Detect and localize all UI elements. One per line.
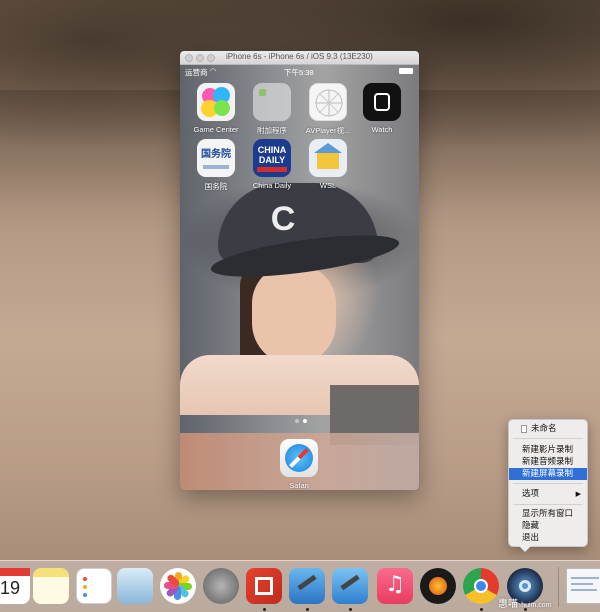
watermark-domain: huim.com bbox=[521, 602, 552, 609]
app-label: Game Center bbox=[193, 125, 239, 134]
menu-item-quit[interactable]: 退出 bbox=[509, 532, 587, 544]
page-indicator[interactable] bbox=[295, 419, 315, 425]
xcode-icon[interactable] bbox=[289, 568, 325, 604]
game-center-icon bbox=[197, 83, 235, 121]
menu-item-new-screen-recording[interactable]: 新建屏幕录制 bbox=[509, 468, 587, 480]
calendar-day: 19 bbox=[0, 578, 21, 598]
app-folder[interactable]: 附加程序 bbox=[245, 83, 299, 136]
dock-context-menu[interactable]: 未命名 新建影片录制 新建音频录制 新建屏幕录制 选项 ▶ 显示所有窗口 隐藏 … bbox=[508, 419, 588, 547]
app-label: WSL bbox=[319, 181, 337, 190]
menu-item-show-all-windows[interactable]: 显示所有窗口 bbox=[509, 508, 587, 520]
ios-status-bar: 运营商 ◠ 下午5:38 bbox=[180, 65, 419, 78]
watermark-text: 惠喵 bbox=[498, 599, 518, 610]
itunes-icon[interactable]: ♫ bbox=[377, 568, 413, 604]
zoom-button[interactable] bbox=[207, 54, 215, 62]
iphone-screen[interactable]: C 运营商 ◠ 下午5:38 Game Center 附加程序 AVPlayer… bbox=[180, 65, 419, 490]
app-label: China Daily bbox=[252, 181, 292, 190]
app-watch[interactable]: Watch bbox=[355, 83, 409, 134]
running-indicator bbox=[349, 608, 352, 611]
dock-divider bbox=[558, 567, 559, 607]
app-label: AVPlayer视... bbox=[305, 126, 351, 135]
app-label: 国务院 bbox=[204, 182, 228, 191]
guowuyuan-icon-text: 国务院 bbox=[201, 149, 231, 160]
chrome-icon[interactable] bbox=[463, 568, 499, 604]
page-dot-active bbox=[303, 419, 307, 423]
menu-item-hide[interactable]: 隐藏 bbox=[509, 520, 587, 532]
running-indicator bbox=[263, 608, 266, 611]
app-label: Safari bbox=[289, 481, 309, 490]
page-dot bbox=[295, 419, 299, 423]
app-wsl[interactable]: WSL bbox=[301, 139, 355, 190]
lens-app-icon[interactable] bbox=[420, 568, 456, 604]
china-daily-icon-text-2: DAILY bbox=[258, 155, 286, 165]
menu-header-untitled[interactable]: 未命名 bbox=[509, 423, 587, 435]
menu-item-new-audio-recording[interactable]: 新建音频录制 bbox=[509, 456, 587, 468]
safari-icon bbox=[280, 439, 318, 477]
simulator-icon[interactable] bbox=[332, 568, 368, 604]
calendar-icon[interactable]: 19 bbox=[0, 568, 30, 604]
wallpaper-face bbox=[252, 265, 336, 365]
window-title: iPhone 6s - iPhone 6s / iOS 9.3 (13E230) bbox=[226, 52, 373, 61]
close-button[interactable] bbox=[185, 54, 193, 62]
running-indicator bbox=[306, 608, 309, 611]
app-label: 附加程序 bbox=[257, 126, 287, 135]
menu-item-new-movie-recording[interactable]: 新建影片录制 bbox=[509, 444, 587, 456]
menu-pointer bbox=[519, 546, 531, 552]
avplayer-icon bbox=[309, 83, 347, 121]
parallels-icon[interactable] bbox=[246, 568, 282, 604]
app-safari[interactable]: Safari bbox=[272, 439, 326, 490]
cap-letter: C bbox=[270, 200, 296, 238]
simulator-window[interactable]: iPhone 6s - iPhone 6s / iOS 9.3 (13E230)… bbox=[180, 51, 419, 490]
document-icon bbox=[521, 425, 527, 433]
menu-options-label: 选项 bbox=[522, 489, 540, 499]
app-guowuyuan[interactable]: 国务院 国务院 bbox=[189, 139, 243, 192]
guowuyuan-icon: 国务院 bbox=[197, 139, 235, 177]
document-thumbnail-icon[interactable] bbox=[566, 568, 600, 604]
menu-separator bbox=[513, 483, 583, 484]
preview-icon[interactable] bbox=[117, 568, 153, 604]
status-time: 下午5:38 bbox=[284, 68, 314, 77]
notes-icon[interactable] bbox=[33, 568, 69, 604]
menu-separator bbox=[513, 504, 583, 505]
simulator-titlebar[interactable]: iPhone 6s - iPhone 6s / iOS 9.3 (13E230) bbox=[180, 51, 419, 65]
app-china-daily[interactable]: CHINA DAILY China Daily bbox=[245, 139, 299, 190]
wifi-icon: ◠ bbox=[210, 68, 217, 75]
app-avplayer[interactable]: AVPlayer视... bbox=[301, 83, 355, 136]
app-game-center[interactable]: Game Center bbox=[189, 83, 243, 134]
watch-icon bbox=[363, 83, 401, 121]
submenu-arrow-icon: ▶ bbox=[575, 490, 581, 498]
system-preferences-icon[interactable] bbox=[203, 568, 239, 604]
reminders-icon[interactable] bbox=[76, 568, 112, 604]
china-daily-icon: CHINA DAILY bbox=[253, 139, 291, 177]
wsl-icon bbox=[309, 139, 347, 177]
app-label: Watch bbox=[371, 125, 393, 134]
menu-item-options[interactable]: 选项 ▶ bbox=[509, 488, 587, 500]
carrier-label: 运营商 bbox=[185, 68, 208, 77]
minimize-button[interactable] bbox=[196, 54, 204, 62]
menu-separator bbox=[513, 438, 583, 439]
china-daily-icon-text-1: CHINA bbox=[257, 145, 287, 155]
watermark: 惠喵 huim.com bbox=[498, 595, 552, 610]
folder-icon bbox=[253, 83, 291, 121]
running-indicator bbox=[480, 608, 483, 611]
photos-icon[interactable] bbox=[160, 568, 196, 604]
menu-header-label: 未命名 bbox=[531, 424, 557, 434]
battery-icon bbox=[399, 68, 413, 74]
